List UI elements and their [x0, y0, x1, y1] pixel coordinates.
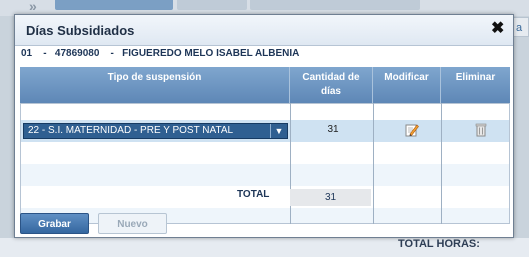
background-tab — [250, 0, 420, 10]
header-modificar: Modificar — [373, 67, 441, 103]
table-row — [21, 142, 509, 164]
dropdown-arrow-icon[interactable]: ▼ — [270, 124, 287, 138]
table-row[interactable]: 22 - S.I. MATERNIDAD - PRE Y POST NATAL … — [21, 120, 509, 142]
tipo-suspension-value: 22 - S.I. MATERNIDAD - PRE Y POST NATAL — [28, 125, 234, 136]
header-eliminar: Eliminar — [455, 72, 496, 83]
background-tab — [55, 0, 173, 10]
grabar-button[interactable]: Grabar — [20, 213, 89, 234]
header-tipo: Tipo de suspensión — [20, 67, 290, 103]
table-row — [21, 164, 509, 186]
employee-info: 01 - 47869080 - FIGUEREDO MELO ISABEL AL… — [21, 48, 300, 59]
edit-pencil-icon[interactable] — [405, 123, 419, 137]
close-icon[interactable]: ✖ — [491, 21, 504, 37]
header-cantidad: Cantidad de días — [290, 67, 373, 103]
cantidad-dias-cell: 31 — [327, 124, 339, 135]
background-tab — [177, 0, 247, 10]
nuevo-button[interactable]: Nuevo — [98, 213, 167, 234]
column-divider — [441, 103, 442, 224]
dialog-title: Días Subsidiados — [26, 23, 135, 38]
total-horas-label: TOTAL HORAS: — [398, 238, 480, 250]
total-value: 31 — [290, 189, 371, 206]
table-row — [21, 208, 509, 223]
dias-subsidiados-dialog: Días Subsidiados ✖ 01 - 47869080 - FIGUE… — [14, 14, 514, 238]
background-right-tab[interactable]: a F — [513, 17, 529, 37]
table-body: 22 - S.I. MATERNIDAD - PRE Y POST NATAL … — [20, 103, 510, 224]
total-label: TOTAL — [237, 189, 270, 200]
tipo-suspension-select[interactable]: 22 - S.I. MATERNIDAD - PRE Y POST NATAL … — [23, 123, 288, 139]
table-header: Tipo de suspensión Cantidad de días Modi… — [20, 67, 510, 103]
column-divider — [373, 103, 374, 224]
collapse-arrows-icon[interactable]: » — [29, 0, 37, 13]
trash-icon[interactable] — [475, 123, 487, 137]
dialog-titlebar: Días Subsidiados ✖ — [15, 15, 513, 46]
